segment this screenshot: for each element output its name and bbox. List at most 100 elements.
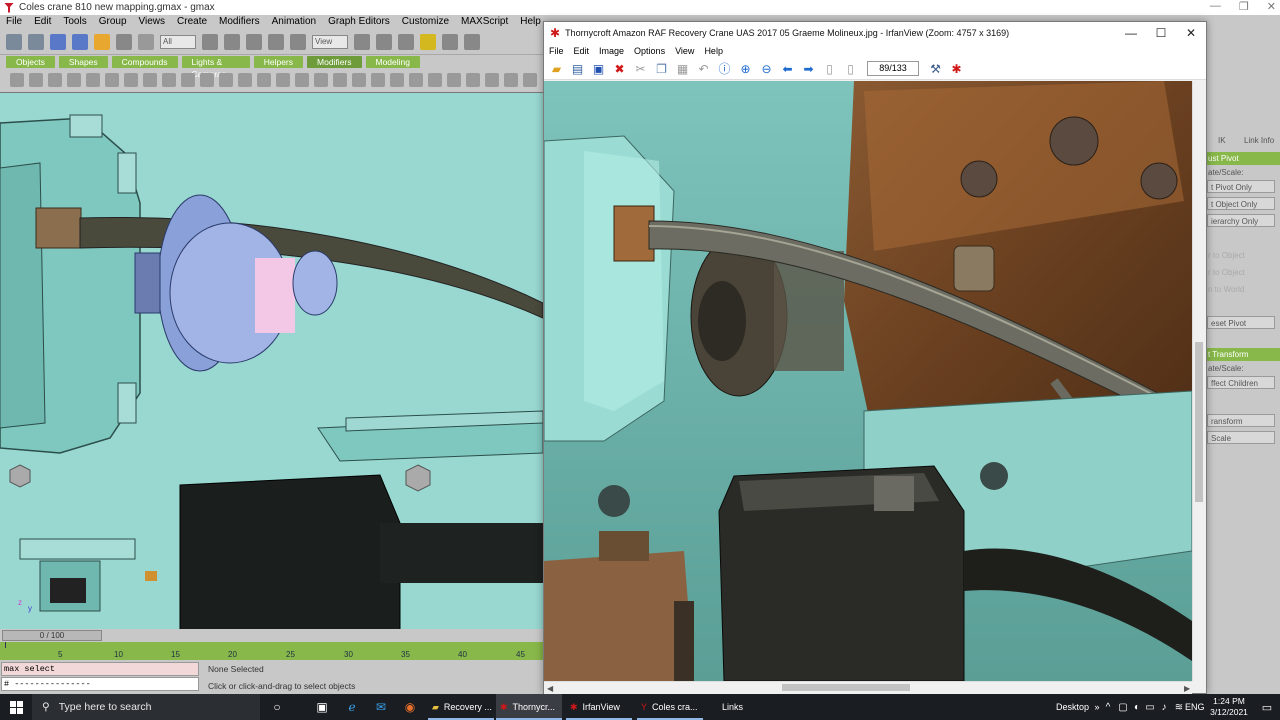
pivot-icon[interactable] — [354, 33, 370, 50]
affect-pivot-only-button[interactable]: t Pivot Only — [1207, 180, 1275, 193]
minimize-icon[interactable]: — — [1116, 22, 1146, 44]
tab-tool-icon[interactable] — [67, 73, 81, 87]
3d-viewport[interactable]: z y — [0, 92, 543, 629]
menu-edit[interactable]: Edit — [569, 44, 595, 58]
region-select-icon[interactable] — [138, 33, 154, 50]
close-icon[interactable]: ✕ — [1176, 22, 1206, 44]
select-move-icon[interactable] — [202, 33, 218, 50]
tab-tool-icon[interactable] — [10, 73, 24, 87]
link-icon[interactable] — [50, 33, 66, 50]
menu-graph-editors[interactable]: Graph Editors — [322, 15, 396, 29]
undo-icon[interactable] — [6, 33, 22, 50]
menu-edit[interactable]: Edit — [28, 15, 57, 29]
firefox-icon[interactable]: ◉ — [399, 697, 421, 717]
cortana-icon[interactable]: ○ — [266, 697, 288, 717]
tab-tool-icon[interactable] — [504, 73, 518, 87]
taskbar-app-irfanview[interactable]: ✱ IrfanView — [566, 694, 632, 720]
menu-create[interactable]: Create — [171, 15, 213, 29]
maxscript-mini-listener-input[interactable]: max select — [1, 662, 199, 676]
rotate-icon[interactable] — [268, 33, 284, 50]
scroll-right-icon[interactable]: ▶ — [1184, 684, 1190, 693]
input-language[interactable]: ENG — [1181, 694, 1205, 720]
reference-coord-dropdown[interactable]: View — [312, 34, 348, 49]
reset-pivot-button[interactable]: eset Pivot — [1207, 316, 1275, 329]
tab-tool-icon[interactable] — [257, 73, 271, 87]
tab-tool-icon[interactable] — [219, 73, 233, 87]
axis-z-icon[interactable] — [420, 33, 436, 50]
selection-filter-dropdown[interactable]: All — [160, 34, 196, 49]
edge-icon[interactable]: ℯ — [341, 697, 363, 717]
cut-icon[interactable]: ✂ — [632, 60, 649, 77]
tab-tool-icon[interactable] — [48, 73, 62, 87]
axis-x-icon[interactable] — [376, 33, 392, 50]
menu-image[interactable]: Image — [594, 44, 629, 58]
menu-modifiers[interactable]: Modifiers — [213, 15, 266, 29]
tab-tool-icon[interactable] — [124, 73, 138, 87]
start-button[interactable] — [0, 694, 32, 720]
maximize-icon[interactable]: ☐ — [1146, 22, 1176, 44]
select-rotate-icon[interactable] — [224, 33, 240, 50]
zoom-out-icon[interactable]: ⊖ — [758, 60, 775, 77]
tab-tool-icon[interactable] — [162, 73, 176, 87]
menu-view[interactable]: View — [670, 44, 699, 58]
tab-tool-icon[interactable] — [295, 73, 309, 87]
taskbar-app-thornycroft[interactable]: ✱ Thornycr... — [496, 694, 562, 720]
select-by-name-icon[interactable] — [116, 33, 132, 50]
zoom-in-icon[interactable]: ⊕ — [737, 60, 754, 77]
slideshow-icon[interactable]: ▤ — [569, 60, 586, 77]
maximize-icon[interactable]: ❐ — [1239, 0, 1249, 13]
info-icon[interactable]: ⓘ — [716, 60, 733, 77]
image-canvas[interactable] — [544, 81, 1192, 681]
mail-icon[interactable]: ✉ — [370, 697, 392, 717]
tab-tool-icon[interactable] — [238, 73, 252, 87]
affect-hierarchy-only-button[interactable]: ierarchy Only — [1207, 214, 1275, 227]
notifications-icon[interactable]: ▭ — [1256, 697, 1278, 717]
tab-ik[interactable]: IK — [1215, 134, 1241, 147]
taskbar-app-recovery-folder[interactable]: ▰ Recovery ... — [428, 694, 494, 720]
tab-tool-icon[interactable] — [466, 73, 480, 87]
track-bar[interactable]: 5 10 15 20 25 30 35 40 45 — [0, 642, 545, 660]
menu-help[interactable]: Help — [514, 15, 547, 29]
tab-tool-icon[interactable] — [143, 73, 157, 87]
tab-lights-cameras[interactable]: Lights & Cameras — [181, 56, 250, 79]
tab-tool-icon[interactable] — [314, 73, 328, 87]
minimize-icon[interactable]: — — [1210, 0, 1221, 13]
tab-tool-icon[interactable] — [352, 73, 366, 87]
adjust-pivot-rollout[interactable]: ust Pivot — [1205, 152, 1280, 165]
open-folder-icon[interactable]: ▰ — [548, 60, 565, 77]
align-to-object-button[interactable]: r to Object — [1205, 266, 1280, 279]
unlink-icon[interactable] — [72, 33, 88, 50]
rotate-left-icon[interactable]: ▯ — [821, 60, 838, 77]
tab-tool-icon[interactable] — [105, 73, 119, 87]
copy-icon[interactable]: ❐ — [653, 60, 670, 77]
menu-customize[interactable]: Customize — [396, 15, 455, 29]
tab-tool-icon[interactable] — [333, 73, 347, 87]
close-icon[interactable]: ✕ — [1267, 0, 1276, 13]
properties-icon[interactable]: ⚒ — [927, 60, 944, 77]
tab-tool-icon[interactable] — [447, 73, 461, 87]
undo-icon[interactable]: ↶ — [695, 60, 712, 77]
next-image-icon[interactable]: ➡ — [800, 60, 817, 77]
tab-helpers[interactable]: Helpers — [253, 56, 304, 68]
axis-xy-icon[interactable] — [442, 33, 458, 50]
save-icon[interactable]: ▣ — [590, 60, 607, 77]
tab-tool-icon[interactable] — [181, 73, 195, 87]
system-clock[interactable]: 1:24 PM 3/12/2021 — [1204, 696, 1254, 718]
links-toolbar[interactable]: Links — [718, 694, 743, 720]
delete-icon[interactable]: ✖ — [611, 60, 628, 77]
tab-objects[interactable]: Objects — [6, 56, 55, 68]
menu-options[interactable]: Options — [629, 44, 670, 58]
mirror-icon[interactable] — [464, 33, 480, 50]
scale-icon[interactable] — [290, 33, 306, 50]
menu-file[interactable]: File — [0, 15, 28, 29]
tab-tool-icon[interactable] — [276, 73, 290, 87]
reset-transform-button[interactable]: ransform — [1207, 414, 1275, 427]
adjust-transform-rollout[interactable]: t Transform — [1205, 348, 1280, 361]
tab-modifiers[interactable]: Modifiers — [307, 56, 362, 68]
align-to-world-button[interactable]: n to World — [1205, 283, 1280, 296]
center-to-object-button[interactable]: r to Object — [1205, 249, 1280, 262]
tab-modeling[interactable]: Modeling — [365, 56, 420, 68]
tab-tool-icon[interactable] — [428, 73, 442, 87]
dont-affect-children-button[interactable]: ffect Children — [1207, 376, 1275, 389]
tab-tool-icon[interactable] — [409, 73, 423, 87]
